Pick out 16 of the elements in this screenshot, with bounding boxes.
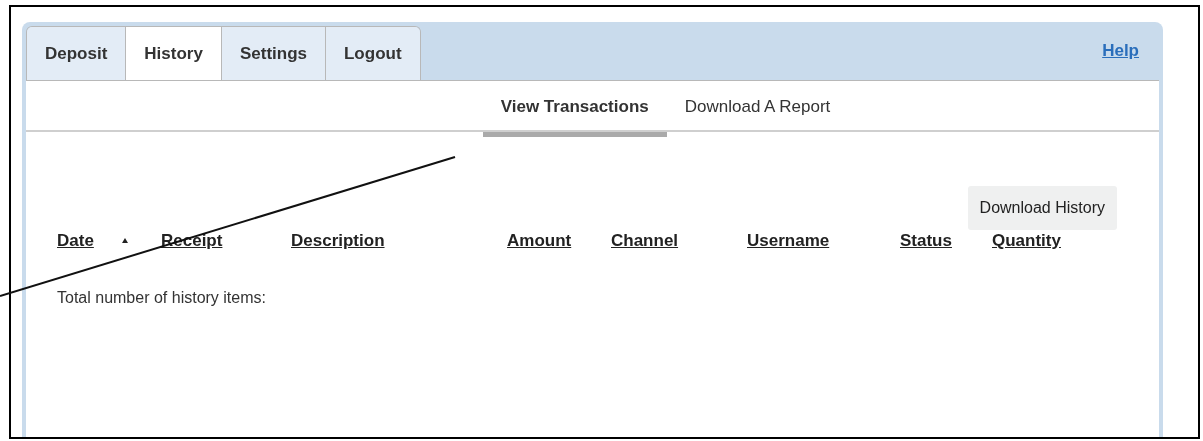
total-count-label: Total number of history items: xyxy=(56,287,266,308)
help-link[interactable]: Help xyxy=(1102,38,1139,64)
column-header[interactable]: Channel xyxy=(611,228,679,254)
column-header[interactable]: Username xyxy=(747,228,830,254)
column-header[interactable]: Description xyxy=(291,228,385,254)
sub-tab[interactable]: Download A Report xyxy=(666,81,849,137)
nav-tab[interactable]: Settings xyxy=(220,27,325,80)
column-header[interactable]: Status xyxy=(900,228,952,254)
nav-tab[interactable]: Logout xyxy=(325,27,420,80)
column-header[interactable]: Amount xyxy=(507,228,572,254)
column-header[interactable]: Date xyxy=(57,228,94,254)
column-header[interactable]: Quantity xyxy=(992,228,1061,254)
download-history-button[interactable]: Download History xyxy=(967,186,1117,230)
nav-tab[interactable]: Deposit xyxy=(27,27,126,80)
nav-tab[interactable]: History xyxy=(125,27,221,80)
sub-tab[interactable]: View Transactions xyxy=(482,81,667,137)
